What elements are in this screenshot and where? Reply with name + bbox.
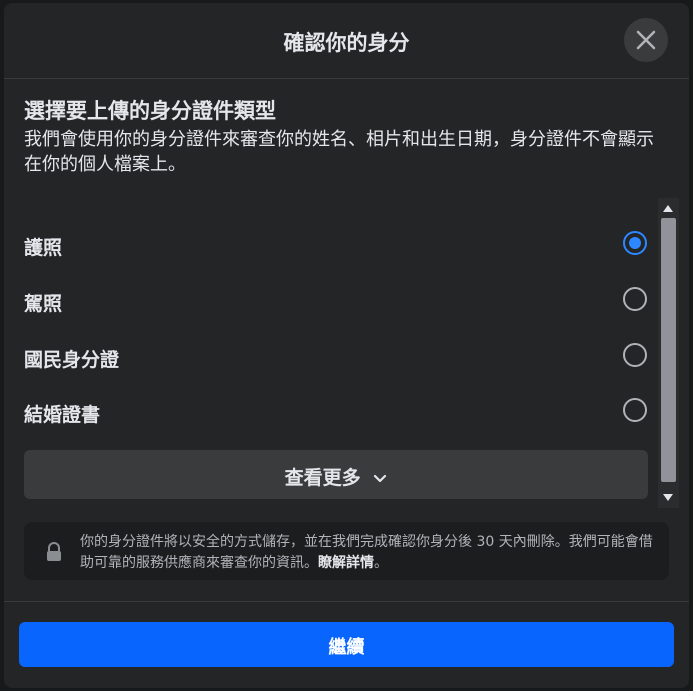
option-label: 駕照 (24, 293, 63, 315)
learn-more-link[interactable]: 瞭解詳情 (318, 555, 374, 571)
section-description: 我們會使用你的身分證件來審查你的姓名、相片和出生日期，身分證件不會顯示在你的個人… (24, 129, 654, 175)
scroll-down-arrow-icon[interactable] (663, 494, 673, 501)
chevron-down-icon (374, 474, 387, 483)
option-label: 結婚證書 (24, 404, 101, 426)
option-label: 護照 (24, 237, 63, 259)
see-more-label: 查看更多 (24, 463, 648, 490)
scroll-thumb[interactable] (661, 218, 676, 482)
option-label: 國民身分證 (24, 349, 120, 371)
section-title: 選擇要上傳的身分證件類型 (24, 99, 276, 123)
continue-button[interactable]: 繼續 (19, 622, 674, 667)
scroll-up-arrow-icon[interactable] (663, 205, 673, 212)
privacy-notice-text: 你的身分證件將以安全的方式儲存，並在我們完成確認你身分後 30 天內刪除。我們可… (80, 532, 660, 574)
dialog-title: 確認你的身分 (283, 31, 410, 55)
option-drivers-license[interactable]: 駕照 (4, 273, 659, 329)
footer-divider (4, 601, 689, 602)
see-more-button[interactable]: 查看更多 (24, 450, 648, 499)
radio-button-selected[interactable] (623, 231, 647, 255)
lock-icon (47, 542, 61, 561)
close-icon (636, 30, 656, 50)
radio-button[interactable] (623, 343, 647, 367)
privacy-notice: 你的身分證件將以安全的方式儲存，並在我們完成確認你身分後 30 天內刪除。我們可… (24, 522, 669, 580)
continue-button-label: 繼續 (328, 637, 365, 658)
see-more-text: 查看更多 (284, 467, 361, 489)
radio-button[interactable] (623, 398, 647, 422)
verify-identity-dialog: 確認你的身分 選擇要上傳的身分證件類型 我們會使用你的身分證件來審查你的姓名、相… (4, 3, 689, 688)
notice-suffix: 。 (374, 555, 388, 571)
options-scrollbar[interactable] (658, 198, 679, 508)
option-national-id[interactable]: 國民身分證 (4, 329, 659, 385)
dialog-header: 確認你的身分 (4, 3, 689, 79)
radio-button[interactable] (623, 287, 647, 311)
option-passport[interactable]: 護照 (4, 217, 659, 273)
option-marriage-certificate[interactable]: 結婚證書 (4, 384, 659, 440)
close-button[interactable] (624, 18, 668, 62)
